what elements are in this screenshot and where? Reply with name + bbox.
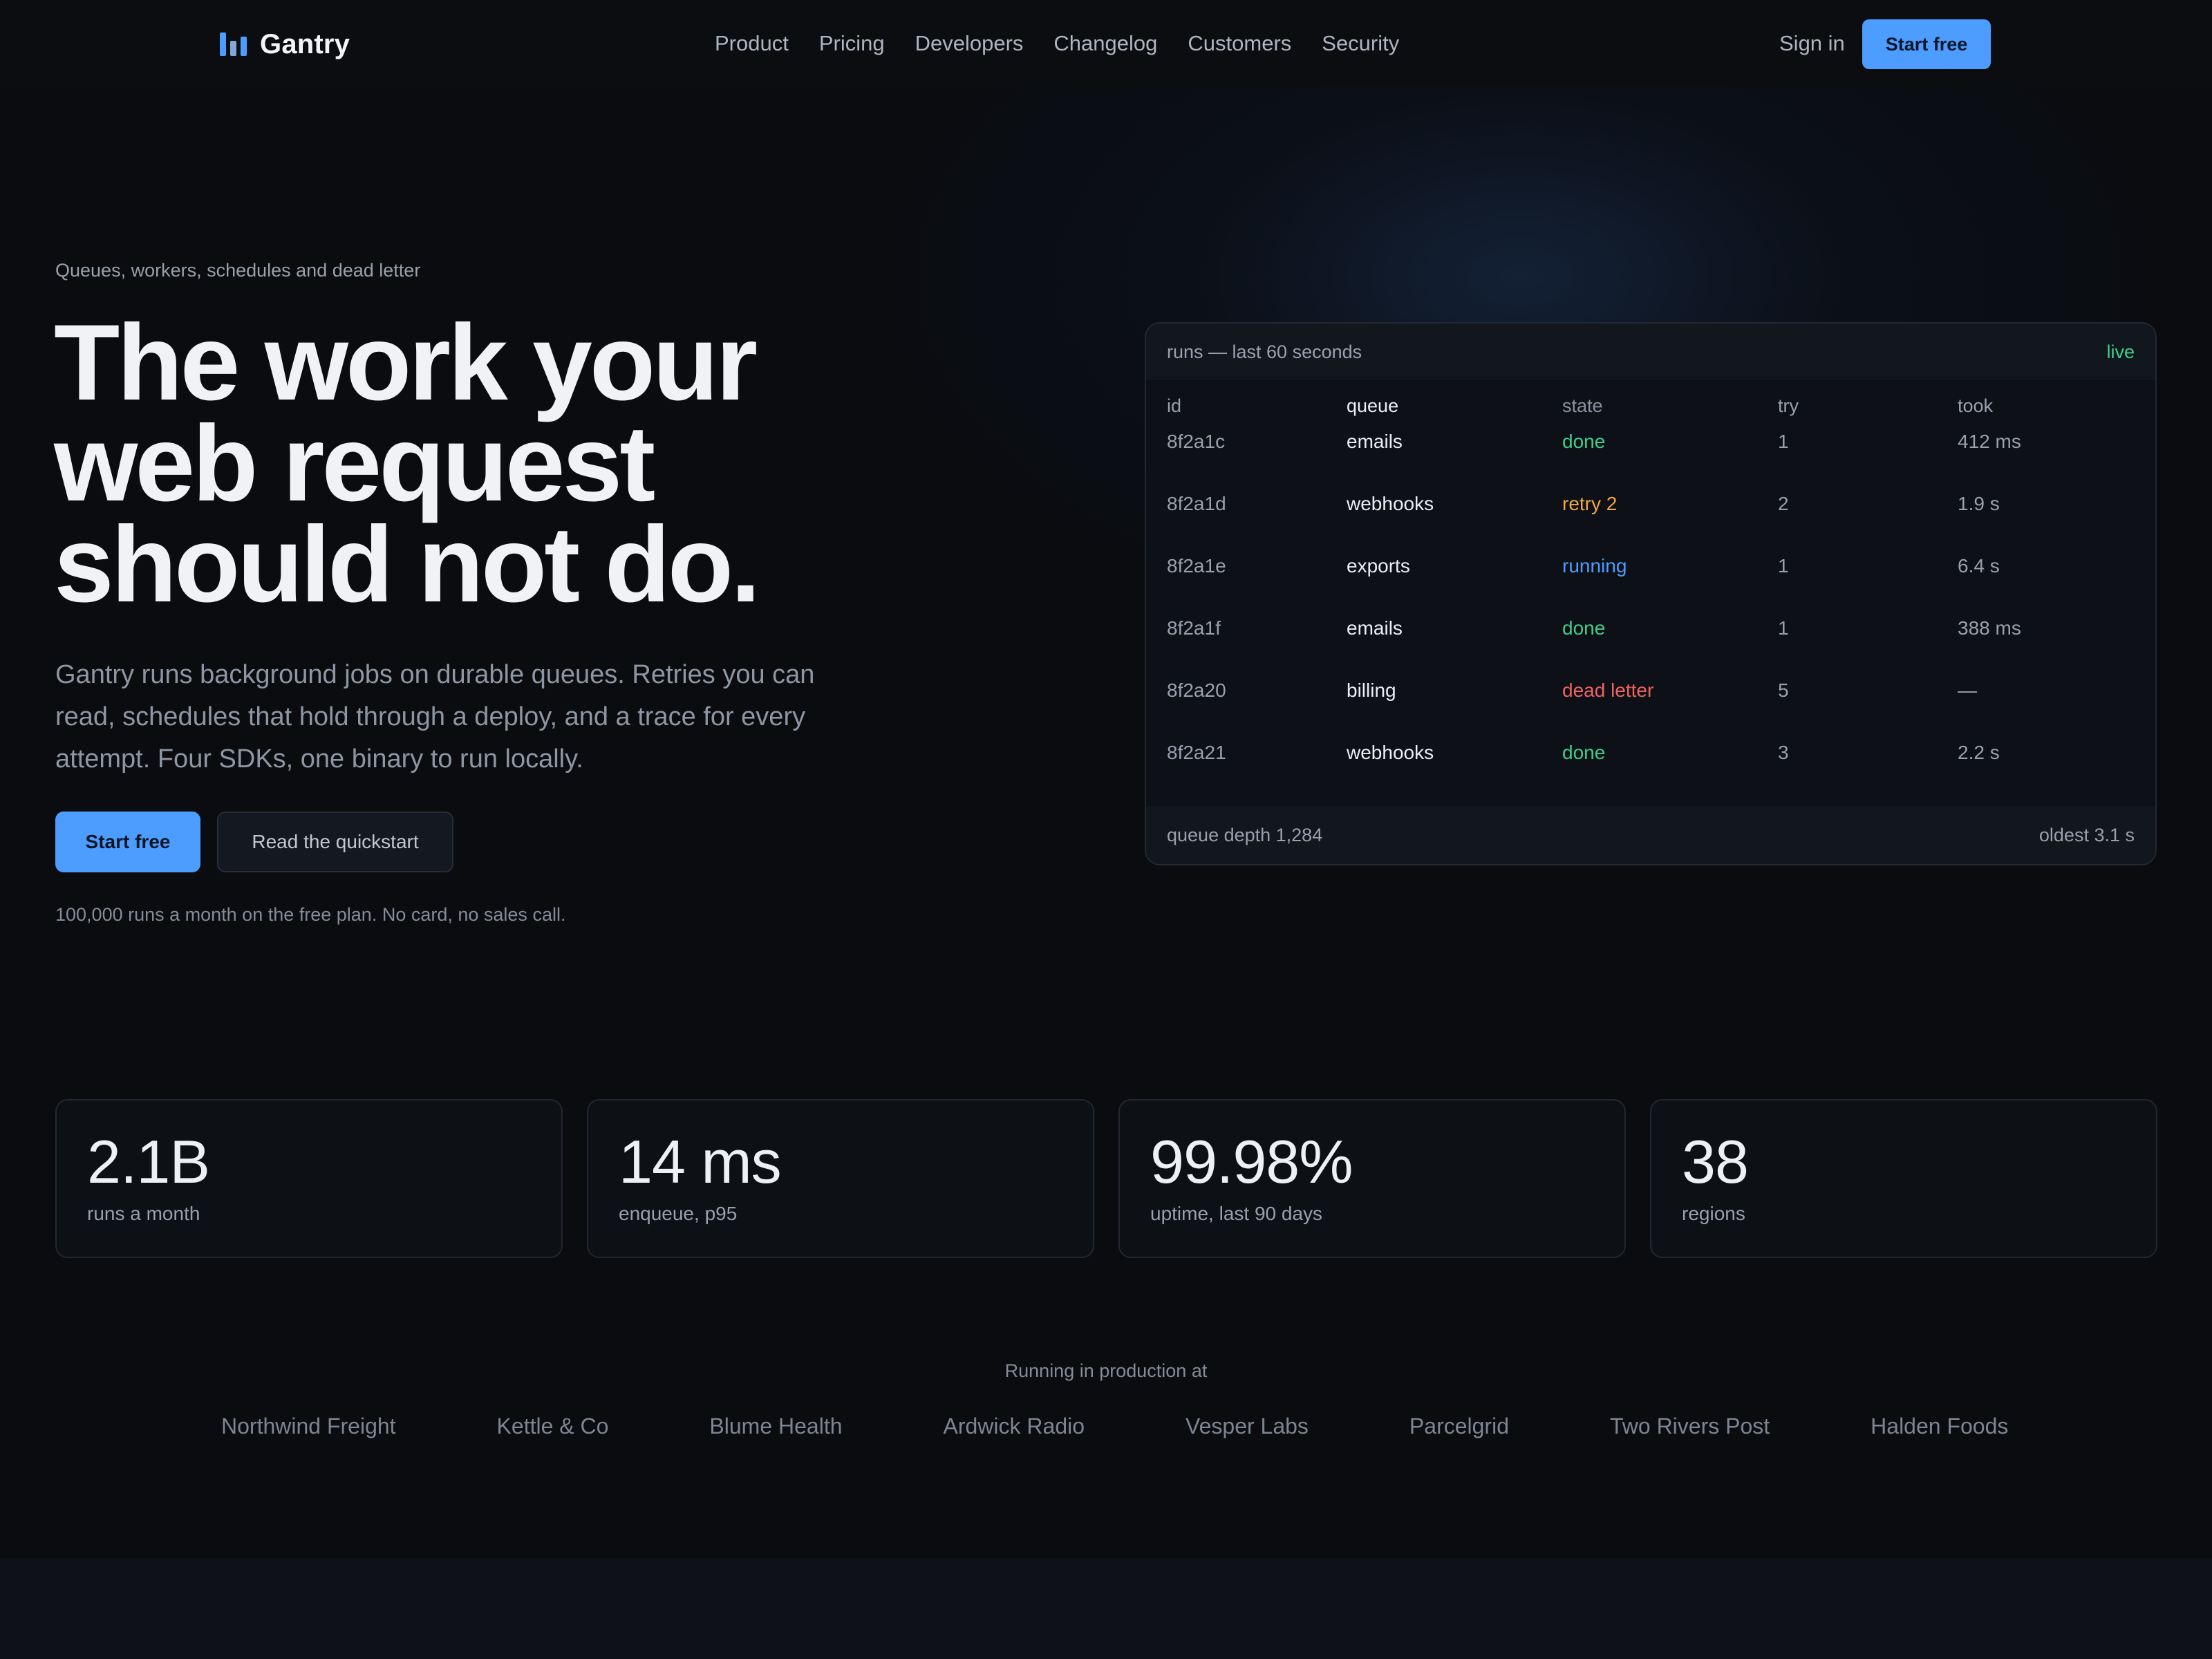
queue-depth: queue depth 1,284	[1167, 824, 1323, 845]
nav-link-product[interactable]: Product	[715, 31, 789, 56]
run-state: retry 2	[1562, 493, 1618, 514]
run-took: —	[1958, 679, 1977, 701]
customer-logo: Northwind Freight	[221, 1413, 396, 1438]
nav-link-developers[interactable]: Developers	[915, 31, 1024, 56]
headline-line-2: web request	[54, 404, 655, 524]
customer-logo: Kettle & Co	[496, 1413, 609, 1438]
run-try: 5	[1778, 679, 1789, 701]
table-row: 8f2a1f emails done 1 388 ms	[1146, 597, 2155, 659]
table-row: 8f2a1e exports running 1 6.4 s	[1146, 535, 2155, 597]
run-id: 8f2a21	[1167, 742, 1226, 763]
table-row: 8f2a20 billing dead letter 5 —	[1146, 659, 2155, 722]
hero-headline: The work your web request should not do.	[54, 303, 953, 625]
runs-panel-header: runs — last 60 seconds live	[1146, 324, 2155, 380]
top-nav: Gantry Product Pricing Developers Change…	[0, 0, 2212, 87]
run-id: 8f2a20	[1167, 679, 1226, 701]
hero-description: Gantry runs background jobs on durable q…	[55, 660, 815, 774]
run-id: 8f2a1d	[1167, 493, 1226, 514]
run-took: 6.4 s	[1958, 555, 2000, 577]
stat-card-uptime: 99.98% uptime, last 90 days	[1118, 1099, 1626, 1258]
customer-logo: Blume Health	[709, 1413, 843, 1438]
run-took: 2.2 s	[1958, 742, 2000, 763]
customer-logo: Halden Foods	[1871, 1413, 2009, 1438]
run-state: done	[1562, 742, 1606, 763]
run-try: 1	[1778, 431, 1789, 452]
table-row: 8f2a21 webhooks done 3 2.2 s	[1146, 722, 2155, 784]
landing-page: Gantry Product Pricing Developers Change…	[0, 0, 2212, 1659]
run-try: 2	[1778, 493, 1789, 514]
table-row: 8f2a1c emails done 1 412 ms	[1146, 411, 2155, 473]
run-try: 1	[1778, 617, 1789, 639]
run-state: running	[1562, 555, 1627, 577]
start-free-button[interactable]: Start free	[55, 812, 200, 872]
run-try: 1	[1778, 555, 1789, 577]
run-id: 8f2a1c	[1167, 431, 1226, 452]
runs-panel: runs — last 60 seconds live id queue sta…	[1145, 322, 2157, 865]
stat-value: 2.1B	[87, 1127, 210, 1196]
run-state: done	[1562, 617, 1606, 639]
headline-line-1: The work your	[54, 303, 758, 423]
stat-card-runs: 2.1B runs a month	[55, 1099, 563, 1258]
stat-label: runs a month	[87, 1203, 200, 1224]
run-state: done	[1562, 431, 1606, 452]
stat-label: enqueue, p95	[619, 1203, 738, 1224]
stat-label: uptime, last 90 days	[1150, 1203, 1323, 1224]
stat-value: 99.98%	[1150, 1127, 1353, 1196]
customer-logo: Vesper Labs	[1185, 1413, 1309, 1438]
nav-links: Product Pricing Developers Changelog Cus…	[715, 28, 1399, 59]
run-id: 8f2a1e	[1167, 555, 1226, 577]
run-state: dead letter	[1562, 679, 1654, 701]
run-took: 388 ms	[1958, 617, 2021, 639]
stat-card-latency: 14 ms enqueue, p95	[587, 1099, 1094, 1258]
runs-panel-footer: queue depth 1,284 oldest 3.1 s	[1146, 806, 2155, 864]
stat-value: 38	[1682, 1127, 1749, 1196]
free-plan-note: 100,000 runs a month on the free plan. N…	[55, 904, 566, 925]
oldest-run-age: oldest 3.1 s	[2038, 824, 2135, 845]
nav-link-customers[interactable]: Customers	[1188, 31, 1291, 56]
sign-in-link[interactable]: Sign in	[1779, 28, 1845, 59]
run-id: 8f2a1f	[1167, 617, 1221, 639]
bar-chart-icon	[220, 32, 247, 56]
nav-link-changelog[interactable]: Changelog	[1053, 31, 1157, 56]
customer-logo: Two Rivers Post	[1609, 1413, 1770, 1438]
nav-link-security[interactable]: Security	[1322, 31, 1399, 56]
customers-title: Running in production at	[1004, 1360, 1208, 1381]
run-queue: exports	[1347, 555, 1410, 577]
brand-name: Gantry	[260, 28, 350, 59]
run-took: 412 ms	[1958, 431, 2021, 452]
next-section-band	[0, 1558, 2212, 1659]
run-queue: emails	[1347, 431, 1403, 452]
live-status-badge: live	[2106, 341, 2135, 362]
customer-logo: Parcelgrid	[1409, 1413, 1509, 1438]
stat-value: 14 ms	[619, 1127, 782, 1196]
customer-logos: Northwind Freight Kettle & Co Blume Heal…	[221, 1409, 2008, 1443]
nav-link-pricing[interactable]: Pricing	[819, 31, 885, 56]
customer-logo: Ardwick Radio	[943, 1413, 1085, 1438]
run-queue: emails	[1347, 617, 1403, 639]
run-queue: billing	[1347, 679, 1396, 701]
run-queue: webhooks	[1347, 493, 1434, 514]
table-row: 8f2a1d webhooks retry 2 2 1.9 s	[1146, 473, 2155, 535]
read-quickstart-button[interactable]: Read the quickstart	[217, 812, 453, 872]
brand-logo[interactable]: Gantry	[220, 26, 350, 62]
nav-start-free-button[interactable]: Start free	[1862, 19, 1991, 69]
run-try: 3	[1778, 742, 1789, 763]
run-queue: webhooks	[1347, 742, 1434, 763]
run-took: 1.9 s	[1958, 493, 2000, 514]
headline-line-3: should not do.	[54, 505, 760, 625]
runs-panel-title: runs — last 60 seconds	[1167, 341, 1362, 362]
hero-eyebrow: Queues, workers, schedules and dead lett…	[55, 260, 421, 281]
stat-card-regions: 38 regions	[1650, 1099, 2157, 1258]
stat-label: regions	[1682, 1203, 1745, 1224]
